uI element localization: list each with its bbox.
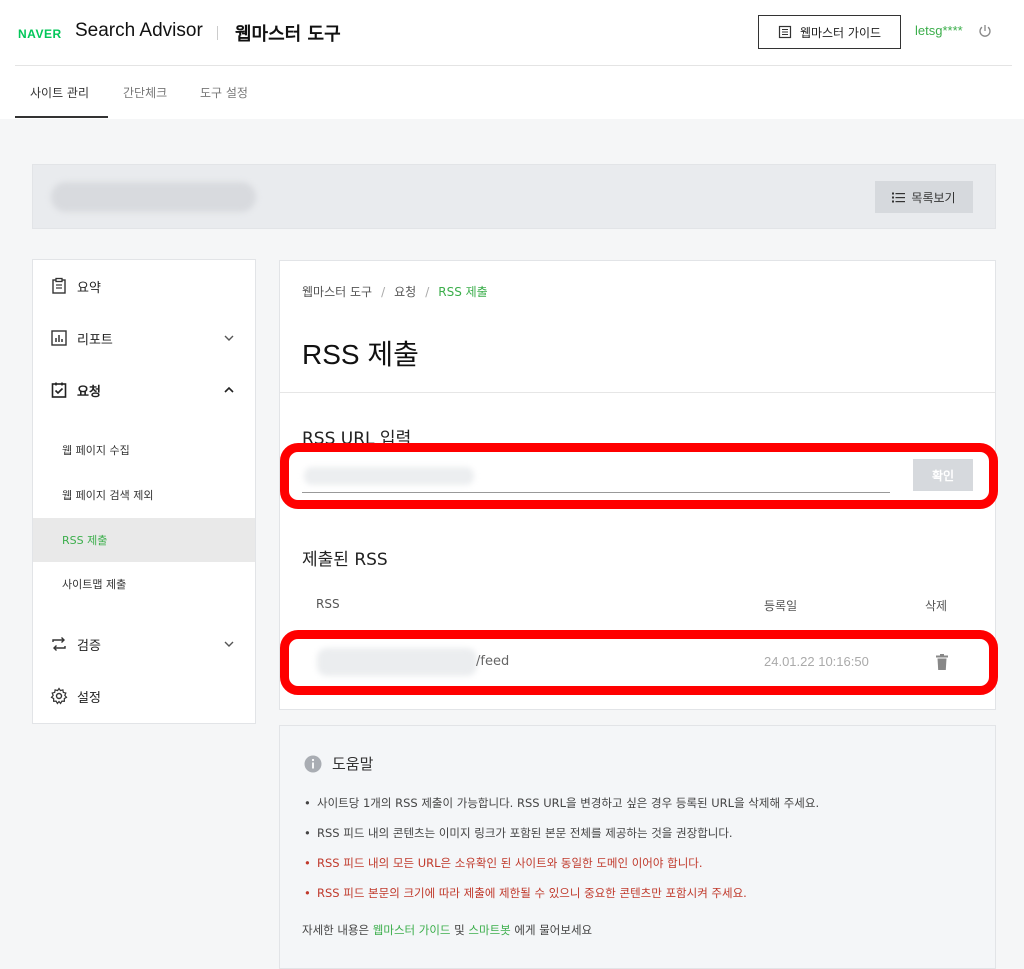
help-title-text: 도움말	[332, 755, 374, 773]
naver-logo[interactable]: NAVER	[18, 27, 62, 41]
breadcrumb: 웹마스터 도구 / 요청 / RSS 제출	[302, 285, 488, 299]
chevron-down-icon	[224, 335, 234, 341]
help-item-warning: RSS 피드 내의 모든 URL은 소유확인 된 사이트와 동일한 도메인 이어…	[304, 856, 819, 886]
sidebar-item-settings[interactable]: 설정	[33, 670, 255, 722]
sidebar-item-verify[interactable]: 검증	[33, 618, 255, 670]
table-header-date: 등록일	[764, 599, 798, 613]
webmaster-guide-button[interactable]: 웹마스터 가이드	[758, 15, 901, 49]
divider	[280, 392, 995, 393]
list-icon	[892, 192, 906, 202]
top-bar: NAVER Search Advisor 웹마스터 도구 웹마스터 가이드 le…	[0, 0, 1024, 119]
help-section: 도움말 사이트당 1개의 RSS 제출이 가능합니다. RSS URL을 변경하…	[279, 725, 996, 969]
smartbot-link[interactable]: 스마트봇	[468, 923, 510, 937]
clipboard-icon	[52, 277, 66, 294]
chevron-up-icon	[224, 386, 234, 393]
breadcrumb-item[interactable]: 웹마스터 도구	[302, 285, 372, 299]
sidebar-item-label: 요약	[77, 280, 101, 296]
highlight-box-row	[280, 630, 998, 695]
sidebar-item-label: 리포트	[77, 332, 113, 348]
sidebar-item-summary[interactable]: 요약	[33, 260, 255, 312]
user-name[interactable]: letsg****	[915, 23, 963, 38]
sidebar-subitem-web-crawl[interactable]: 웹 페이지 수집	[33, 428, 255, 472]
tab-site-management[interactable]: 사이트 관리	[30, 84, 89, 101]
highlight-box-input	[280, 443, 998, 509]
sidebar-subitem-web-exclude[interactable]: 웹 페이지 검색 제외	[33, 473, 255, 517]
page-title: RSS 제출	[302, 339, 419, 370]
sidebar-item-report[interactable]: 리포트	[33, 312, 255, 364]
submitted-rss-heading: 제출된 RSS	[302, 550, 388, 570]
help-title: 도움말	[304, 753, 373, 774]
gear-icon	[50, 687, 68, 705]
table-header-rss: RSS	[316, 597, 340, 611]
help-item-warning: RSS 피드 본문의 크기에 따라 제출에 제한될 수 있으니 중요한 콘텐츠만…	[304, 886, 819, 916]
site-bar: 목록보기	[32, 164, 996, 229]
help-footer-prefix: 자세한 내용은	[302, 923, 370, 937]
report-icon	[51, 330, 67, 346]
tab-tool-settings[interactable]: 도구 설정	[200, 84, 248, 101]
info-icon	[304, 755, 322, 772]
help-footer: 자세한 내용은 웹마스터 가이드 및 스마트봇 에게 물어보세요	[302, 922, 592, 938]
tool-title[interactable]: 웹마스터 도구	[235, 20, 341, 46]
help-footer-suffix: 에게 물어보세요	[514, 923, 593, 937]
sidebar-item-label: 요청	[77, 384, 101, 400]
help-item: RSS 피드 내의 콘텐츠는 이미지 링크가 포함된 본문 전체를 제공하는 것…	[304, 826, 819, 856]
chevron-down-icon	[224, 641, 234, 647]
webmaster-guide-link[interactable]: 웹마스터 가이드	[373, 923, 451, 937]
list-view-button[interactable]: 목록보기	[875, 181, 973, 213]
active-tab-indicator	[15, 116, 108, 118]
nav-tabs: 사이트 관리 간단체크 도구 설정	[15, 66, 1012, 119]
sidebar: 요약 리포트 요청 웹 페이지 수집 웹 페이지 검색 제외 RSS 제출 사이…	[32, 259, 256, 724]
book-icon	[778, 25, 792, 39]
header: NAVER Search Advisor 웹마스터 도구 웹마스터 가이드 le…	[15, 0, 1012, 66]
guide-button-label: 웹마스터 가이드	[799, 25, 882, 40]
logout-power-icon[interactable]	[977, 23, 993, 39]
tab-simple-check[interactable]: 간단체크	[123, 84, 167, 101]
request-icon	[51, 382, 67, 398]
main-panel: 웹마스터 도구 / 요청 / RSS 제출 RSS 제출 RSS URL 입력 확인 제…	[279, 260, 998, 710]
sidebar-item-label: 검증	[77, 638, 101, 654]
sidebar-subitem-sitemap-submit[interactable]: 사이트맵 제출	[33, 562, 255, 606]
verify-icon	[52, 637, 66, 651]
product-name[interactable]: Search Advisor	[75, 20, 203, 42]
help-footer-and: 및	[454, 923, 465, 937]
sidebar-subitem-rss-submit[interactable]: RSS 제출	[33, 518, 255, 562]
site-url-redacted	[51, 182, 256, 212]
sidebar-item-label: 설정	[77, 690, 101, 706]
table-header-delete: 삭제	[925, 599, 948, 613]
help-item: 사이트당 1개의 RSS 제출이 가능합니다. RSS URL을 변경하고 싶은…	[304, 796, 819, 826]
breadcrumb-item[interactable]: 요청	[394, 285, 416, 299]
list-button-label: 목록보기	[911, 190, 956, 205]
header-divider	[217, 26, 218, 40]
help-list: 사이트당 1개의 RSS 제출이 가능합니다. RSS URL을 변경하고 싶은…	[304, 796, 819, 916]
breadcrumb-current: RSS 제출	[438, 285, 488, 299]
sidebar-item-request[interactable]: 요청	[33, 364, 255, 416]
